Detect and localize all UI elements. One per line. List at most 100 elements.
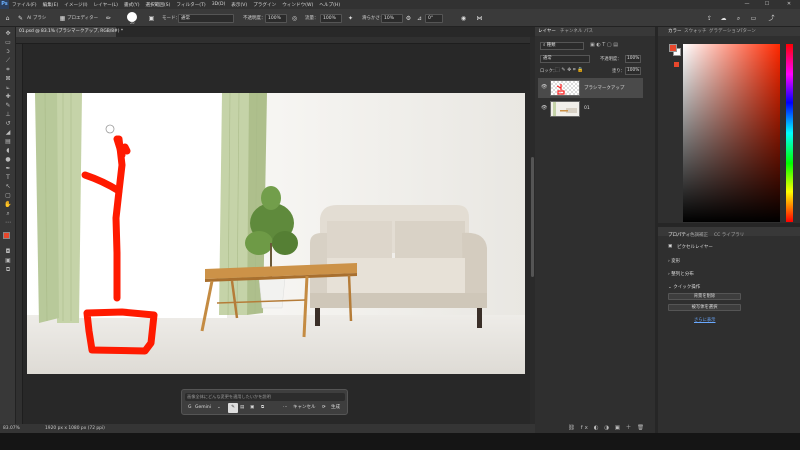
tab-cc-libraries[interactable]: CC ライブラリ: [714, 231, 744, 240]
quick-mask-icon[interactable]: ◘: [3, 248, 13, 256]
gear-icon[interactable]: ⚙: [404, 14, 413, 23]
menu-view[interactable]: 表示(V): [228, 2, 250, 8]
more-link[interactable]: さらに表示: [694, 317, 715, 323]
eye-icon[interactable]: 👁: [541, 105, 547, 111]
blur-tool-icon[interactable]: ◖: [3, 147, 13, 155]
layer-name[interactable]: ブラシマークアップ: [584, 85, 624, 91]
layer-name[interactable]: 01: [584, 106, 590, 111]
more-options-icon[interactable]: ⋯: [283, 403, 288, 413]
cloud-icon[interactable]: ☁: [719, 14, 728, 23]
tab-gradients[interactable]: グラデーション: [709, 27, 740, 36]
canvas-image[interactable]: [27, 93, 525, 374]
frame-tool-icon[interactable]: ⊠: [3, 75, 13, 83]
lock-icons[interactable]: ⬚ ✎ ✥ ⌗ 🔒: [555, 67, 584, 73]
dodge-tool-icon[interactable]: ●: [3, 156, 13, 164]
horizontal-ruler[interactable]: [16, 37, 530, 44]
layer-filter-select[interactable]: ⌕ 種類: [540, 42, 584, 50]
tab-swatches[interactable]: スウォッチ: [684, 27, 707, 36]
layer-row[interactable]: 👁 01: [538, 99, 643, 119]
clone-stamp-tool-icon[interactable]: ⊥: [3, 111, 13, 119]
brush-tool-icon[interactable]: ✎: [3, 102, 13, 110]
zoom-level[interactable]: 83.07%: [3, 424, 20, 433]
fill-input[interactable]: 100%: [625, 67, 641, 75]
foreground-color[interactable]: [669, 44, 677, 52]
crop-tool-icon[interactable]: ⌗: [3, 66, 13, 74]
color-field[interactable]: [683, 44, 780, 222]
menu-plugins[interactable]: プラグイン: [250, 2, 279, 8]
layer-footer-icons[interactable]: ⛓ fx ◐ ◑ ▣ ＋ 🗑: [568, 423, 646, 431]
tab-color[interactable]: カラー: [668, 27, 682, 36]
hue-slider[interactable]: [786, 44, 793, 222]
spot-heal-tool-icon[interactable]: ✚: [3, 93, 13, 101]
section-transform[interactable]: › 変形: [668, 258, 680, 264]
mode-select[interactable]: 通常: [178, 14, 234, 23]
workspace-icon[interactable]: ▭: [749, 14, 758, 23]
tab-paths[interactable]: パス: [584, 27, 593, 36]
menu-filter[interactable]: フィルター(T): [173, 2, 208, 8]
tab-patterns[interactable]: パターン: [738, 27, 756, 36]
pen-tool-icon[interactable]: ✒: [3, 165, 13, 173]
edit-toolbar-icon[interactable]: ⧉: [3, 266, 13, 274]
select-subject-button[interactable]: 被写体を選択: [668, 304, 741, 311]
brush-tool-icon[interactable]: ✎: [16, 14, 25, 23]
history-brush-tool-icon[interactable]: ↺: [3, 120, 13, 128]
close-button[interactable]: ✕: [782, 0, 796, 9]
lasso-tool-icon[interactable]: ↄ: [3, 48, 13, 56]
angle-input[interactable]: 0°: [425, 14, 443, 23]
ai-brush-label[interactable]: AI ブラシ: [27, 14, 46, 23]
blend-mode-select[interactable]: 通常: [540, 55, 590, 63]
tab-properties[interactable]: プロパティ: [668, 231, 690, 240]
chevron-down-icon[interactable]: ⌄: [217, 403, 221, 413]
filter-icons[interactable]: ▣ ◐ T ▢ ▤: [590, 42, 618, 48]
chat-icon[interactable]: ▤: [240, 403, 244, 413]
preset-label[interactable]: プロエディター: [67, 14, 98, 23]
menu-select[interactable]: 選択範囲(S): [143, 2, 174, 8]
reference-image-icon[interactable]: ▣: [250, 403, 254, 413]
opacity-input[interactable]: 100%: [265, 14, 287, 23]
smoothing-input[interactable]: 10%: [381, 14, 403, 23]
zoom-tool-icon[interactable]: ⌕: [3, 210, 13, 218]
cancel-button[interactable]: キャンセル: [293, 403, 316, 413]
share-icon[interactable]: ⇪: [705, 14, 714, 23]
menu-window[interactable]: ウィンドウ(W): [279, 2, 316, 8]
menu-image[interactable]: イメージ(I): [61, 2, 90, 8]
move-tool-icon[interactable]: ✥: [3, 30, 13, 38]
tab-adjustments[interactable]: 色調補正: [690, 231, 708, 240]
menu-3d[interactable]: 3D(D): [209, 2, 229, 7]
shape-tool-icon[interactable]: ▢: [3, 192, 13, 200]
pressure-opacity-icon[interactable]: ◎: [290, 14, 299, 23]
document-tab[interactable]: 01.psd @ 83.1% (ブラシマークアップ, RGB/8#) *: [16, 27, 123, 37]
minimize-button[interactable]: —: [740, 0, 754, 9]
menu-file[interactable]: ファイル(F): [9, 2, 40, 8]
section-align[interactable]: › 整列と分布: [668, 271, 694, 277]
eye-icon[interactable]: 👁: [541, 84, 547, 90]
symmetry-icon[interactable]: ⋈: [475, 14, 484, 23]
gallery-icon[interactable]: ⧉: [261, 403, 264, 413]
eraser-tool-icon[interactable]: ◢: [3, 129, 13, 137]
airbrush-icon[interactable]: ✦: [346, 14, 355, 23]
vertical-ruler[interactable]: [16, 44, 23, 424]
screen-mode-icon[interactable]: ▣: [3, 257, 13, 265]
menu-type[interactable]: 書式(Y): [121, 2, 143, 8]
pressure-size-icon[interactable]: ◉: [459, 14, 468, 23]
scrollbar-thumb[interactable]: [531, 157, 534, 277]
menu-layer[interactable]: レイヤー(L): [91, 2, 121, 8]
flow-input[interactable]: 100%: [320, 14, 342, 23]
type-tool-icon[interactable]: T: [3, 174, 13, 182]
tab-layers[interactable]: レイヤー: [538, 27, 556, 36]
generate-button[interactable]: 生成: [331, 403, 340, 413]
layer-opacity-input[interactable]: 100%: [625, 55, 641, 63]
search-icon[interactable]: ⌕: [734, 14, 743, 23]
layer-row[interactable]: 👁 ブラシマークアップ: [538, 78, 643, 98]
path-select-tool-icon[interactable]: ↖: [3, 183, 13, 191]
more-tools-icon[interactable]: ⋯: [3, 219, 13, 227]
model-select[interactable]: Gemini: [195, 403, 211, 413]
generative-prompt-input[interactable]: 画像全体にどんな変更を適用したいかを説明: [185, 393, 345, 401]
home-icon[interactable]: ⌂: [3, 14, 12, 23]
menu-help[interactable]: ヘルプ(H): [316, 2, 343, 8]
remove-background-button[interactable]: 背景を削除: [668, 293, 741, 300]
hand-tool-icon[interactable]: ✋: [3, 201, 13, 209]
brush-settings-icon[interactable]: ▣: [147, 14, 156, 23]
foreground-color-swatch[interactable]: [3, 232, 10, 239]
share-button[interactable]: ⤴: [767, 14, 776, 23]
